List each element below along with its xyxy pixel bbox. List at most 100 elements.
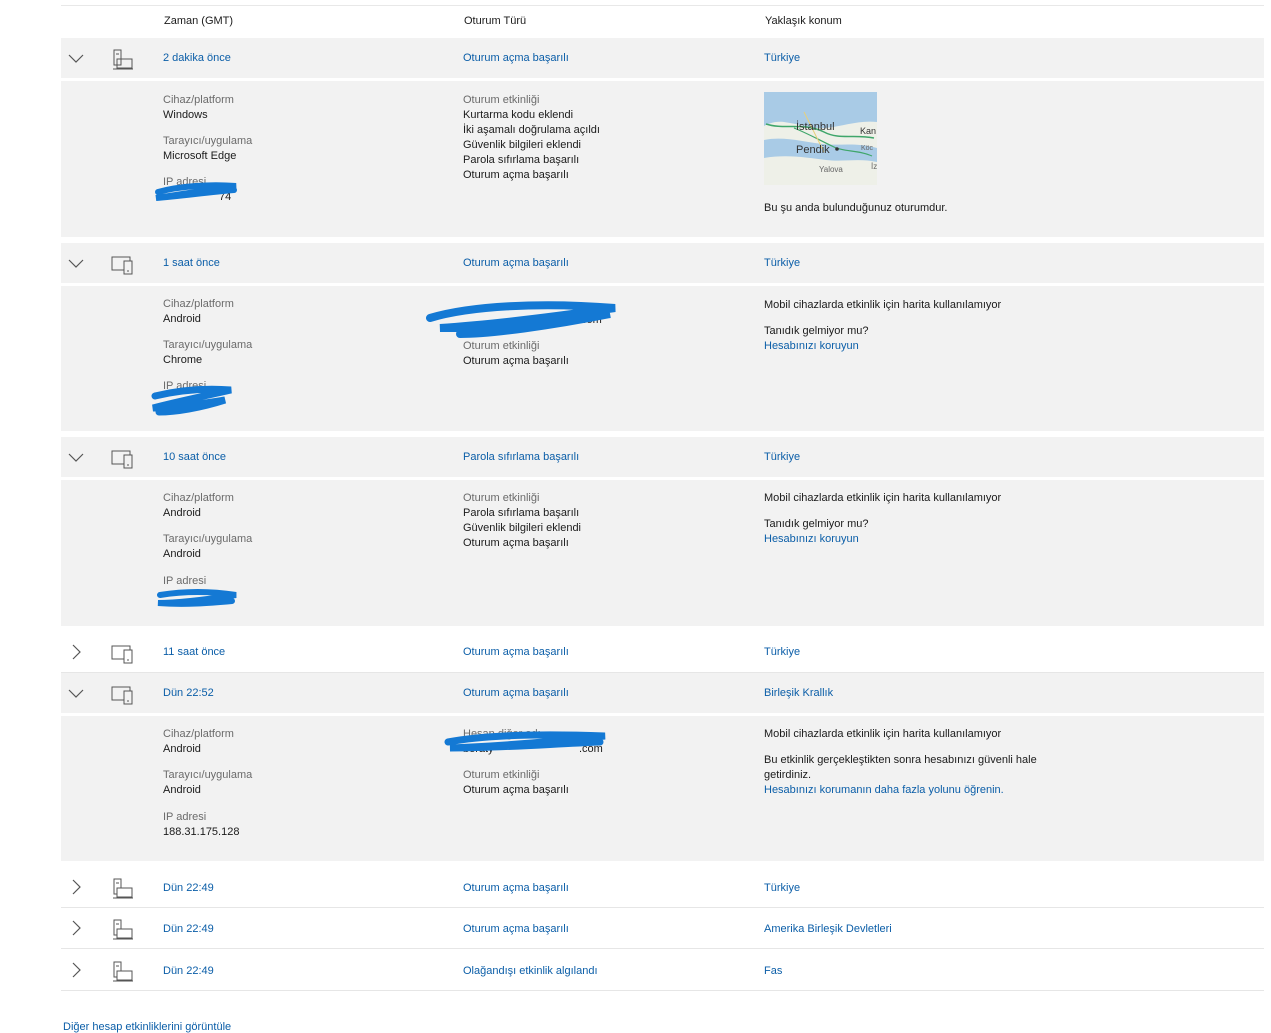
mobile-icon: [111, 450, 133, 469]
row-type[interactable]: Oturum açma başarılı: [463, 257, 569, 269]
activity-row[interactable]: Dün 22:49 Oturum açma başarılı Amerika B…: [61, 908, 1264, 949]
activity-item: Oturum açma başarılı: [463, 784, 569, 796]
secured-note: getirdiniz.: [764, 769, 812, 781]
row-time[interactable]: 11 saat önce: [163, 646, 225, 658]
unfamiliar-question: Tanıdık gelmiyor mu?: [764, 325, 869, 337]
browser-label: Tarayıcı/uygulama: [163, 769, 253, 781]
row-type[interactable]: Oturum açma başarılı: [463, 52, 569, 64]
alias-value: com: [581, 314, 602, 326]
activity-row[interactable]: 1 saat önce Oturum açma başarılı Türkiye: [61, 243, 1264, 283]
row-type[interactable]: Oturum açma başarılı: [463, 882, 569, 894]
chevron-down-icon[interactable]: [66, 447, 86, 467]
chevron-down-icon[interactable]: [66, 683, 86, 703]
top-divider: [61, 5, 1264, 6]
ip-value: 188.31.175.128: [163, 826, 240, 838]
alias-suffix: .com: [579, 743, 603, 755]
activity-item: Kurtarma kodu eklendi: [463, 109, 574, 121]
activity-item: Parola sıfırlama başarılı: [463, 507, 580, 519]
activity-item: Oturum açma başarılı: [463, 169, 569, 181]
ip-label: IP adresi: [163, 176, 207, 188]
chevron-down-icon[interactable]: [66, 48, 86, 68]
unfamiliar-question: Tanıdık gelmiyor mu?: [764, 518, 869, 530]
device-value: Android: [163, 507, 201, 519]
activity-row[interactable]: 2 dakika önce Oturum açma başarılı Türki…: [61, 38, 1264, 78]
row-location[interactable]: Türkiye: [764, 451, 800, 463]
chevron-down-icon[interactable]: [66, 253, 86, 273]
chevron-right-icon[interactable]: [66, 918, 86, 938]
device-value: Windows: [163, 109, 208, 121]
device-value: Android: [163, 313, 201, 325]
row-type[interactable]: Oturum açma başarılı: [463, 923, 569, 935]
alias-label: Hesap diğer adı: [463, 728, 541, 740]
row-time[interactable]: 10 saat önce: [163, 451, 226, 463]
row-location[interactable]: Birleşik Krallık: [764, 687, 833, 699]
browser-value: Chrome: [163, 354, 203, 366]
desktop-icon: [113, 49, 133, 70]
ip-label: IP adresi: [163, 380, 207, 392]
row-time[interactable]: Dün 22:52: [163, 687, 214, 699]
activity-row[interactable]: 11 saat önce Oturum açma başarılı Türkiy…: [61, 632, 1264, 673]
row-time[interactable]: Dün 22:49: [163, 965, 214, 977]
activity-row[interactable]: 10 saat önce Parola sıfırlama başarılı T…: [61, 437, 1264, 477]
activity-label: Oturum etkinliği: [463, 492, 540, 504]
activity-label: Oturum etkinliği: [463, 340, 540, 352]
row-time[interactable]: 2 dakika önce: [163, 52, 231, 64]
mobile-icon: [111, 256, 133, 275]
chevron-right-icon[interactable]: [66, 960, 86, 980]
ip-label: IP adresi: [163, 811, 207, 823]
protect-account-link[interactable]: Hesabınızı koruyun: [764, 340, 859, 352]
map-unavailable-note: Mobil cihazlarda etkinlik için harita ku…: [764, 492, 1002, 504]
row-location[interactable]: Türkiye: [764, 257, 800, 269]
mobile-icon: [111, 686, 133, 705]
activity-details: Cihaz/platform Windows Tarayıcı/uygulama…: [61, 81, 1264, 237]
view-more-activity-link[interactable]: Diğer hesap etkinliklerini görüntüle: [63, 1021, 231, 1033]
activity-label: Oturum etkinliği: [463, 769, 540, 781]
row-location[interactable]: Türkiye: [764, 646, 800, 658]
column-header-type: Oturum Türü: [464, 15, 527, 27]
alias-value: beraty: [463, 743, 494, 755]
map-city-label: İz: [871, 162, 877, 171]
activity-details: Cihaz/platform Android Tarayıcı/uygulama…: [61, 286, 1264, 431]
row-time[interactable]: 1 saat önce: [163, 257, 220, 269]
activity-details: Cihaz/platform Android Tarayıcı/uygulama…: [61, 480, 1264, 626]
map-city-label: İstanbul: [796, 121, 835, 133]
row-type[interactable]: Oturum açma başarılı: [463, 646, 569, 658]
device-value: Android: [163, 743, 201, 755]
row-type[interactable]: Parola sıfırlama başarılı: [463, 451, 579, 463]
row-time[interactable]: Dün 22:49: [163, 923, 214, 935]
activity-row[interactable]: Dün 22:52 Oturum açma başarılı Birleşik …: [61, 673, 1264, 713]
browser-label: Tarayıcı/uygulama: [163, 533, 253, 545]
activity-row[interactable]: Dün 22:49 Oturum açma başarılı Türkiye: [61, 867, 1264, 908]
row-type[interactable]: Olağandışı etkinlik algılandı: [463, 965, 598, 977]
ip-value: 74: [219, 191, 232, 203]
device-label: Cihaz/platform: [163, 492, 234, 504]
row-type[interactable]: Oturum açma başarılı: [463, 687, 569, 699]
chevron-right-icon[interactable]: [66, 642, 86, 662]
row-location[interactable]: Amerika Birleşik Devletleri: [764, 923, 892, 935]
row-location[interactable]: Türkiye: [764, 882, 800, 894]
row-time[interactable]: Dün 22:49: [163, 882, 214, 894]
row-location[interactable]: Türkiye: [764, 52, 800, 64]
column-header-location: Yaklaşık konum: [765, 15, 842, 27]
activity-item: Güvenlik bilgileri eklendi: [463, 139, 582, 151]
learn-more-link[interactable]: Hesabınızı korumanın daha fazla yolunu ö…: [764, 784, 1004, 796]
map-unavailable-note: Mobil cihazlarda etkinlik için harita ku…: [764, 728, 1002, 740]
protect-account-link[interactable]: Hesabınızı koruyun: [764, 533, 859, 545]
device-label: Cihaz/platform: [163, 728, 234, 740]
mobile-icon: [111, 645, 133, 664]
secured-note: Bu etkinlik gerçekleştikten sonra hesabı…: [764, 754, 1037, 766]
activity-item: Parola sıfırlama başarılı: [463, 154, 580, 166]
map-unavailable-note: Mobil cihazlarda etkinlik için harita ku…: [764, 299, 1002, 311]
row-location[interactable]: Fas: [764, 965, 782, 977]
column-header-time: Zaman (GMT): [164, 15, 234, 27]
location-note: Bu şu anda bulunduğunuz oturumdur.: [764, 202, 948, 214]
chevron-right-icon[interactable]: [66, 877, 86, 897]
browser-value: Android: [163, 784, 201, 796]
activity-row[interactable]: Dün 22:49 Olağandışı etkinlik algılandı …: [61, 950, 1264, 991]
activity-label: Oturum etkinliği: [463, 94, 540, 106]
map-city-label: Köc: [861, 145, 874, 152]
location-map: İstanbul Pendik Yalova Kan Köc İz: [764, 92, 877, 185]
activity-item: Güvenlik bilgileri eklendi: [463, 522, 582, 534]
activity-details: Cihaz/platform Android Tarayıcı/uygulama…: [61, 716, 1264, 861]
desktop-icon: [113, 919, 133, 940]
